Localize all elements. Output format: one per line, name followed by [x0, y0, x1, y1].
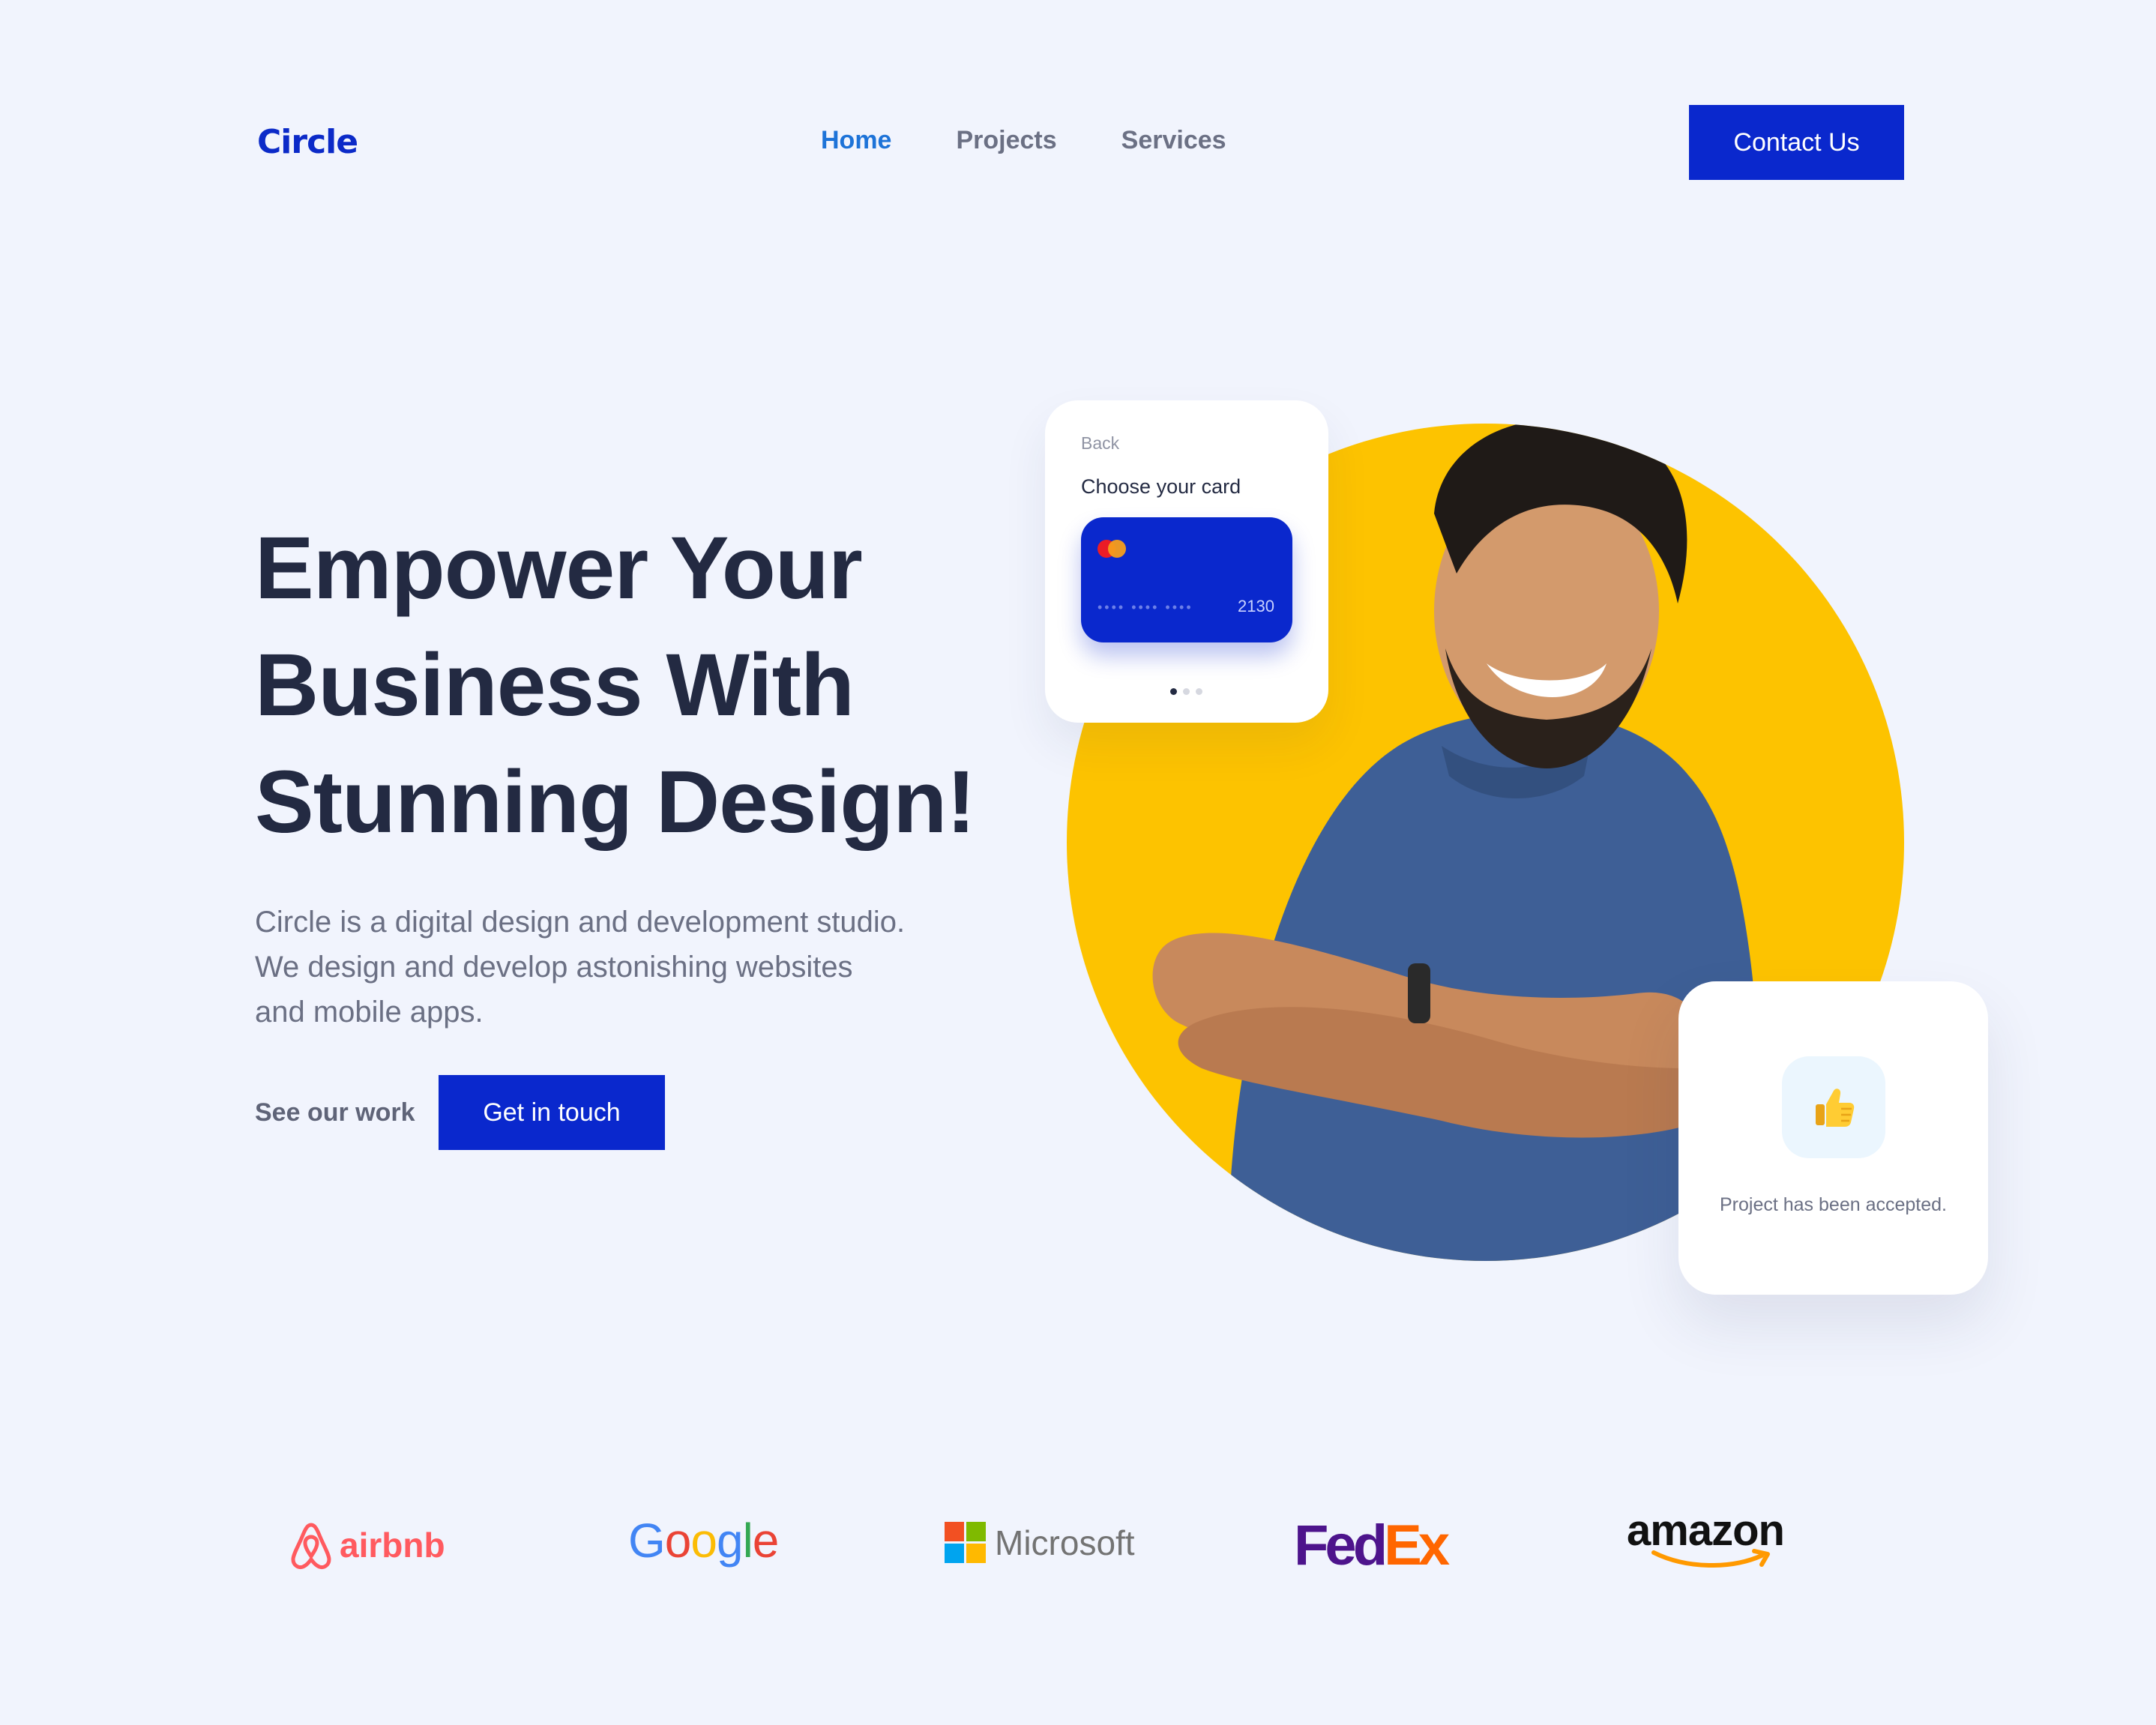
hero-description-line: Circle is a digital design and developme… [255, 906, 906, 939]
back-link[interactable]: Back [1081, 433, 1119, 454]
pager-dot[interactable] [1170, 688, 1177, 695]
card-number-mask: •••• •••• •••• [1097, 600, 1193, 615]
microsoft-icon [945, 1522, 986, 1563]
airbnb-logo: airbnb [289, 1520, 445, 1570]
airbnb-wordmark: airbnb [340, 1526, 445, 1565]
pager-dot[interactable] [1183, 688, 1190, 695]
amazon-smile-icon [1651, 1549, 1770, 1568]
fedex-logo: Fed Ex [1294, 1513, 1450, 1578]
see-our-work-link[interactable]: See our work [255, 1098, 415, 1128]
contact-us-button[interactable]: Contact Us [1689, 105, 1904, 180]
hero-description-line: and mobile apps. [255, 996, 484, 1029]
mastercard-icon [1097, 540, 1132, 558]
card-last-digits: 2130 [1238, 597, 1274, 615]
nav-home[interactable]: Home [821, 126, 891, 155]
google-logo: G o o g l e [628, 1513, 780, 1568]
fedex-ex: Ex [1384, 1514, 1450, 1577]
payment-card[interactable]: •••• •••• •••• 2130 [1081, 517, 1292, 642]
google-letter: o [664, 1514, 692, 1568]
card-widget-title: Choose your card [1081, 475, 1241, 498]
main-nav: Home Projects Services [821, 126, 1226, 155]
hero-title: Empower Your Business With Stunning Desi… [255, 510, 1005, 861]
choose-card-widget: Back Choose your card •••• •••• •••• 213… [1045, 400, 1328, 723]
nav-projects[interactable]: Projects [956, 126, 1056, 155]
microsoft-wordmark: Microsoft [995, 1523, 1135, 1562]
google-letter: G [628, 1514, 666, 1568]
partner-logos: airbnb G o o g l e Microsoft Fed Ex amaz… [0, 1499, 2156, 1589]
hero-title-line: Stunning Design! [255, 753, 976, 852]
google-letter: g [716, 1514, 744, 1568]
airbnb-icon [291, 1523, 331, 1569]
fedex-fed: Fed [1294, 1514, 1388, 1577]
project-accepted-widget: Project has been accepted. [1678, 981, 1988, 1295]
hero-description-line: We design and develop astonishing websit… [255, 951, 853, 984]
google-letter: l [742, 1514, 753, 1568]
card-pager [1170, 688, 1202, 695]
accepted-message: Project has been accepted. [1720, 1194, 1947, 1215]
get-in-touch-button[interactable]: Get in touch [439, 1075, 665, 1150]
brand-logo[interactable]: Circle [257, 123, 358, 161]
landing-page: Circle Home Projects Services Contact Us… [0, 0, 2156, 1725]
hero-title-line: Business With [255, 636, 855, 735]
nav-services[interactable]: Services [1121, 126, 1226, 155]
pager-dot[interactable] [1196, 688, 1202, 695]
hero-title-line: Empower Your [255, 519, 863, 618]
google-letter: e [752, 1514, 780, 1568]
google-letter: o [690, 1514, 717, 1568]
hero-description: Circle is a digital design and developme… [255, 900, 930, 1035]
thumbs-up-icon [1782, 1056, 1885, 1158]
amazon-logo: amazon [1627, 1505, 1785, 1571]
microsoft-logo: Microsoft [945, 1522, 1135, 1563]
